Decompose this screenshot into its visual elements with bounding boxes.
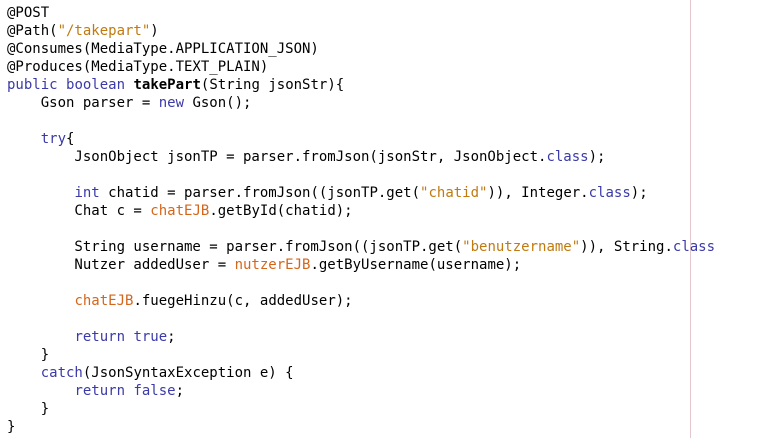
- code-text: (JsonSyntaxException e) {: [82, 365, 294, 381]
- code-line: @Path("/takepart"): [7, 22, 715, 40]
- code-keyword: catch: [40, 365, 83, 381]
- code-keyword: class: [546, 149, 589, 165]
- code-text: (String jsonStr){: [200, 77, 345, 93]
- code-text: Chat c =: [7, 203, 151, 219]
- code-field: nutzerEJB: [234, 257, 311, 273]
- code-string: "chatid": [420, 185, 488, 201]
- code-line: }: [7, 418, 715, 436]
- code-text: }: [7, 347, 50, 363]
- code-text: );: [588, 149, 606, 165]
- code-text: @POST: [7, 5, 50, 21]
- code-text: JsonObject jsonTP = parser.fromJson(json…: [7, 149, 547, 165]
- code-line: String username = parser.fromJson((jsonT…: [7, 238, 715, 256]
- code-text: .getById(chatid);: [209, 203, 353, 219]
- code-keyword: false: [133, 383, 176, 399]
- code-text: .getByUsername(username);: [310, 257, 522, 273]
- code-line: JsonObject jsonTP = parser.fromJson(json…: [7, 148, 715, 166]
- code-line: int chatid = parser.fromJson((jsonTP.get…: [7, 184, 715, 202]
- code-line: @POST: [7, 4, 715, 22]
- code-line: chatEJB.fuegeHinzu(c, addedUser);: [7, 292, 715, 310]
- code-text: Gson();: [184, 95, 252, 111]
- code-area[interactable]: @POST @Path("/takepart") @Consumes(MediaTy…: [7, 4, 715, 436]
- code-line: return true;: [7, 328, 715, 346]
- code-text: @Path(: [7, 23, 58, 39]
- code-text: {: [66, 131, 75, 147]
- code-line: public boolean takePart(String jsonStr){: [7, 76, 715, 94]
- code-line: try{: [7, 130, 715, 148]
- code-keyword: class: [588, 185, 631, 201]
- code-text: ): [150, 23, 159, 39]
- code-text: )), Integer.: [487, 185, 589, 201]
- code-text: .fuegeHinzu(c, addedUser);: [133, 293, 353, 309]
- code-text: chatid = parser.fromJson((jsonTP.get(: [99, 185, 421, 201]
- code-line: @Produces(MediaType.TEXT_PLAIN): [7, 58, 715, 76]
- code-text: ;: [167, 329, 176, 345]
- code-text: );: [630, 185, 648, 201]
- code-text: @Produces(MediaType.TEXT_PLAIN): [7, 59, 269, 75]
- code-keyword: class: [672, 239, 716, 255]
- code-keyword: true: [133, 329, 168, 345]
- code-field: chatEJB: [150, 203, 210, 219]
- code-text: }: [7, 401, 50, 417]
- code-text: }: [7, 419, 16, 435]
- code-field: chatEJB: [74, 293, 134, 309]
- code-method-name: takePart: [133, 77, 201, 93]
- code-line: Gson parser = new Gson();: [7, 94, 715, 112]
- code-line: }: [7, 400, 715, 418]
- code-keyword: public: [7, 77, 58, 93]
- code-line: Nutzer addedUser = nutzerEJB.getByUserna…: [7, 256, 715, 274]
- code-keyword: return: [74, 383, 126, 399]
- code-line: return false;: [7, 382, 715, 400]
- code-keyword: int: [74, 185, 100, 201]
- code-text: Gson parser =: [7, 95, 159, 111]
- code-keyword: new: [158, 95, 185, 111]
- code-text: @Consumes(MediaType.APPLICATION_JSON): [7, 41, 319, 57]
- code-line: }: [7, 346, 715, 364]
- code-line: Chat c = chatEJB.getById(chatid);: [7, 202, 715, 220]
- code-string: "/takepart": [57, 23, 151, 39]
- code-line: @Consumes(MediaType.APPLICATION_JSON): [7, 40, 715, 58]
- code-text: )), String.: [580, 239, 673, 255]
- code-line: catch(JsonSyntaxException e) {: [7, 364, 715, 382]
- code-keyword: try: [40, 131, 67, 147]
- code-text: Nutzer addedUser =: [7, 257, 235, 273]
- code-keyword: boolean: [66, 77, 126, 93]
- code-string: "benutzername": [462, 239, 581, 255]
- code-text: String username = parser.fromJson((jsonT…: [7, 239, 463, 255]
- code-text: ;: [175, 383, 185, 399]
- code-editor[interactable]: @POST @Path("/takepart") @Consumes(MediaTy…: [0, 0, 764, 438]
- code-keyword: return: [74, 329, 126, 345]
